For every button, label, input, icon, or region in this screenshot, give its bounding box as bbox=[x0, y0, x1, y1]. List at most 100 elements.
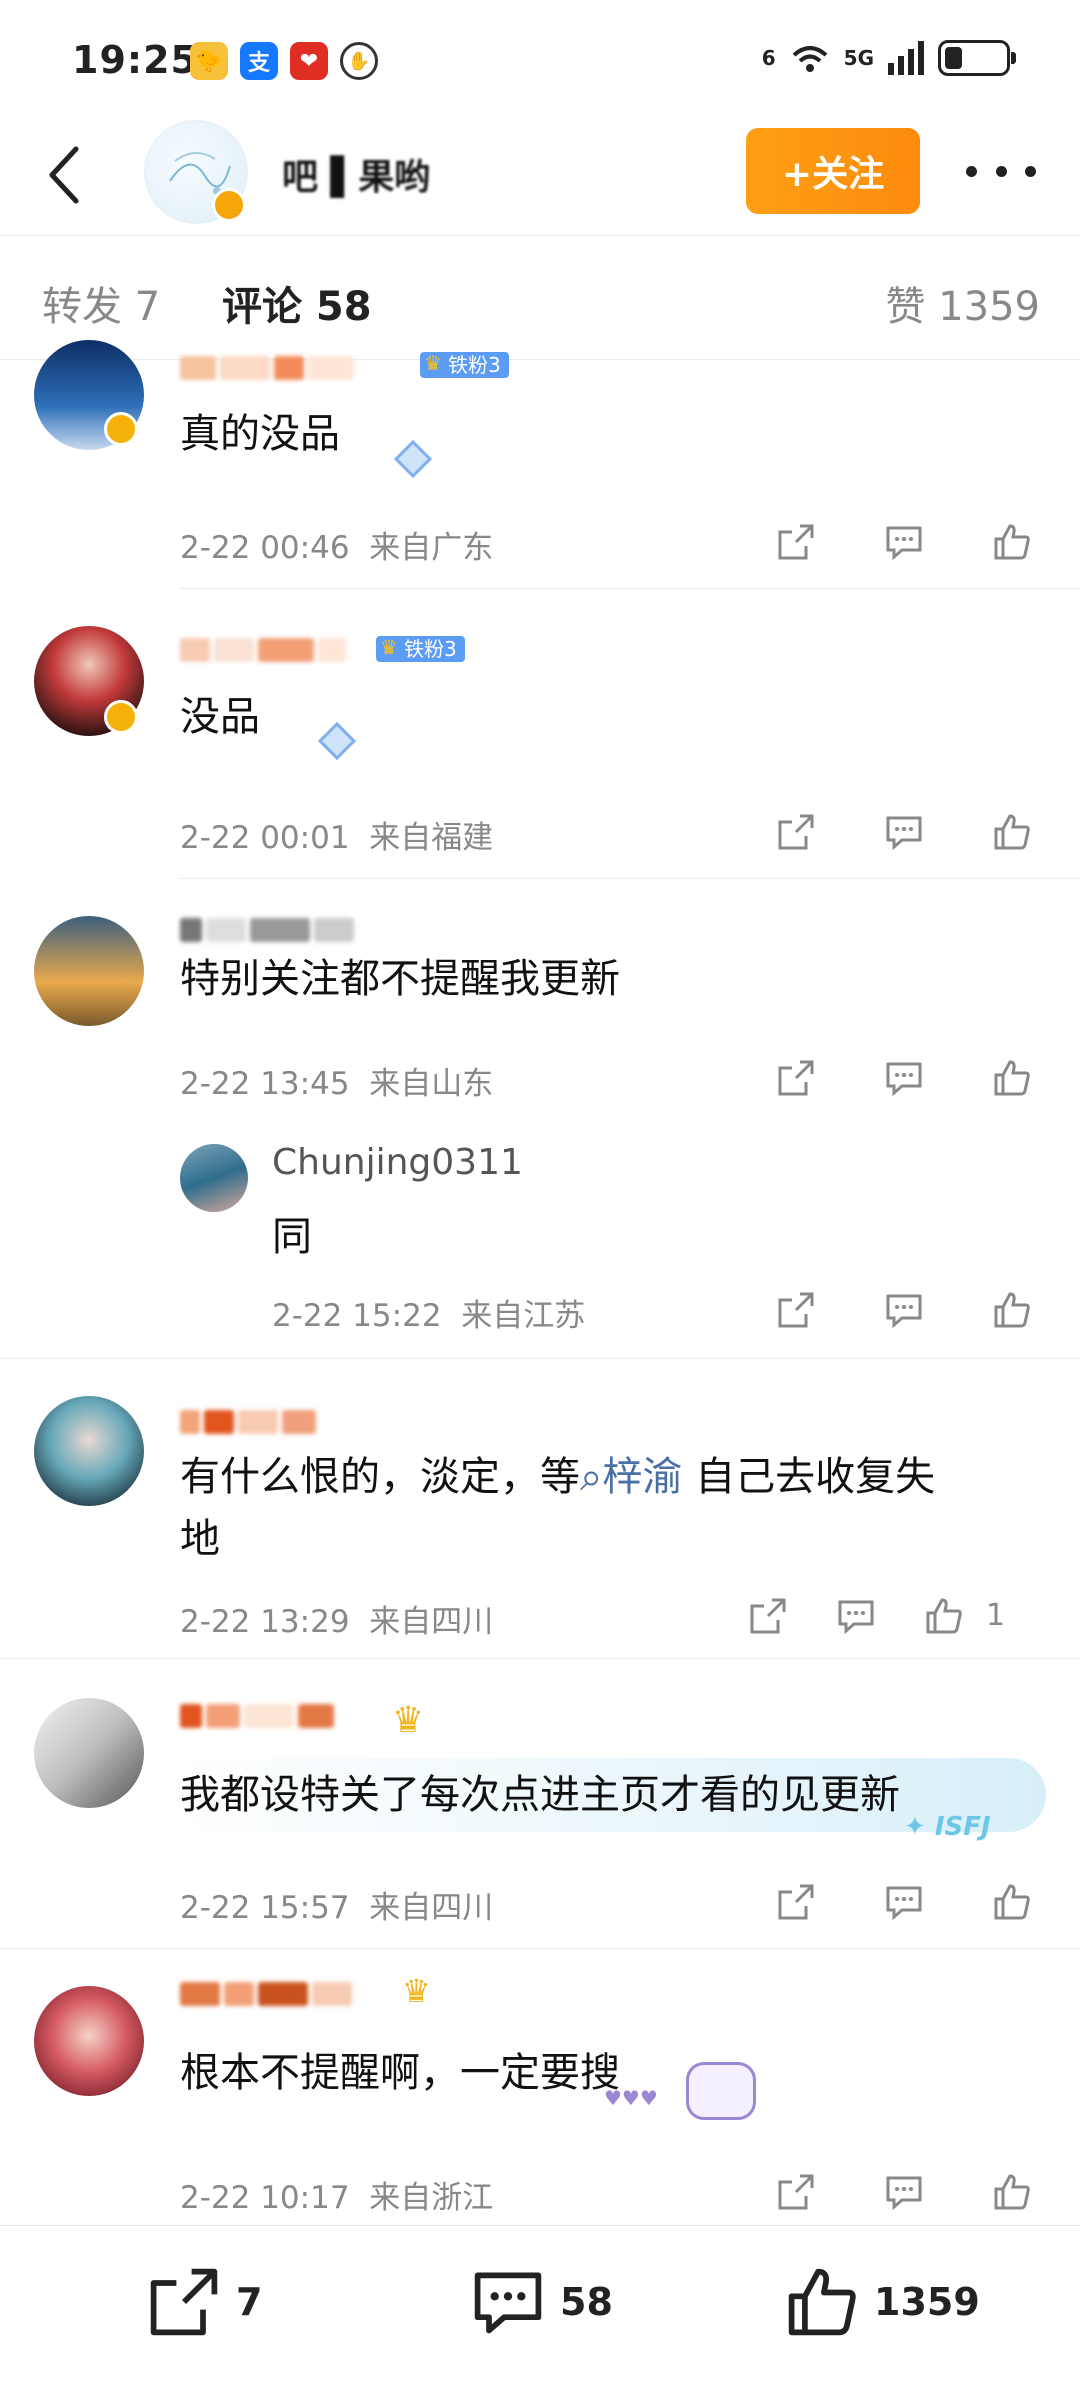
reply-button[interactable] bbox=[872, 510, 936, 574]
like-button[interactable] bbox=[980, 2160, 1044, 2224]
account-name[interactable]: 吧 ▌果哟 bbox=[282, 148, 430, 200]
comment-actions bbox=[764, 2160, 1044, 2224]
hand-icon: ✋ bbox=[340, 42, 378, 80]
comment-time: 2-22 10:17 bbox=[180, 2180, 350, 2216]
reply-avatar[interactable] bbox=[180, 1144, 248, 1212]
comment-username[interactable] bbox=[180, 632, 346, 668]
comment-username[interactable] bbox=[180, 1404, 316, 1440]
comment-meta: 2-22 10:17 来自浙江 bbox=[180, 2172, 493, 2217]
comment-count: 58 bbox=[560, 2280, 613, 2324]
like-button[interactable] bbox=[912, 1584, 976, 1648]
search-icon: ⌕ bbox=[580, 1454, 603, 1500]
like-count: 1 bbox=[986, 1598, 1006, 1633]
comment-icon bbox=[886, 1886, 922, 1921]
comment-actions bbox=[764, 510, 1044, 574]
comment-location: 来自浙江 bbox=[369, 2180, 494, 2216]
comment-icon bbox=[886, 526, 922, 561]
like-button[interactable] bbox=[980, 1278, 1044, 1342]
comment-meta: 2-22 00:01 来自福建 bbox=[180, 812, 493, 857]
blurred-username bbox=[180, 350, 354, 386]
post-tabs: 转发 7 评论 58 赞 1359 bbox=[0, 236, 1080, 360]
tab-repost[interactable]: 转发 7 bbox=[42, 274, 160, 332]
share-icon bbox=[778, 1060, 814, 1096]
comment-username[interactable] bbox=[180, 1976, 352, 2012]
divider bbox=[180, 878, 1080, 879]
comment-actions bbox=[764, 800, 1044, 864]
topic-link[interactable]: ⌕梓渝 bbox=[580, 1454, 682, 1500]
share-button[interactable] bbox=[764, 510, 828, 574]
like-button[interactable] bbox=[980, 1870, 1044, 1934]
dot-icon bbox=[995, 165, 1007, 177]
follow-button[interactable]: +关注 bbox=[746, 128, 920, 214]
reply-button[interactable] bbox=[872, 2160, 936, 2224]
verified-badge-icon bbox=[104, 700, 138, 734]
reply-meta: 2-22 15:22 来自江苏 bbox=[272, 1290, 585, 1335]
like-button[interactable] bbox=[980, 800, 1044, 864]
bottom-repost-button[interactable]: 7 bbox=[146, 2264, 262, 2340]
comment-actions: 1 bbox=[736, 1584, 1005, 1648]
comment-text-line2: 地 bbox=[180, 1516, 220, 1562]
status-app-icons: 🐤 支 ❤ ✋ bbox=[190, 42, 378, 80]
comment-icon bbox=[838, 1600, 874, 1635]
diamond-sticker-icon bbox=[317, 721, 357, 761]
share-button[interactable] bbox=[764, 1278, 828, 1342]
comment-time: 2-22 13:29 bbox=[180, 1604, 350, 1640]
comment-username[interactable] bbox=[180, 350, 354, 386]
like-button[interactable] bbox=[980, 1046, 1044, 1110]
sticker-label-icon: ✦ ISFJ bbox=[904, 1812, 991, 1842]
comment-username[interactable] bbox=[180, 1698, 334, 1734]
comment-text: 特别关注都不提醒我更新 bbox=[180, 956, 620, 1002]
share-button[interactable] bbox=[764, 800, 828, 864]
share-icon bbox=[778, 524, 814, 560]
comment-item: 铁粉3 没品 2-22 00:01 来自福建 bbox=[0, 590, 1080, 880]
comment-text-after: 自己去收复失 bbox=[695, 1454, 936, 1500]
comment-avatar[interactable] bbox=[34, 1986, 144, 2096]
comment-avatar[interactable] bbox=[34, 916, 144, 1026]
share-icon bbox=[778, 814, 814, 850]
share-button[interactable] bbox=[764, 2160, 828, 2224]
diamond-sticker-icon bbox=[393, 439, 433, 479]
like-button[interactable] bbox=[980, 510, 1044, 574]
reply-username[interactable]: Chunjing0311 bbox=[272, 1142, 523, 1183]
reply-button[interactable] bbox=[872, 1046, 936, 1110]
repost-count: 7 bbox=[236, 2280, 263, 2324]
back-arrow-icon bbox=[49, 146, 79, 204]
tab-likes[interactable]: 赞 1359 bbox=[885, 274, 1040, 332]
more-options-button[interactable] bbox=[966, 146, 1036, 196]
crown-icon: ♛ bbox=[392, 1700, 425, 1741]
crown-icon: ♛ bbox=[402, 1972, 431, 2010]
share-button[interactable] bbox=[736, 1584, 800, 1648]
bottom-comment-button[interactable]: 58 bbox=[470, 2264, 613, 2340]
topic-label: 梓渝 bbox=[602, 1454, 683, 1500]
share-button[interactable] bbox=[764, 1046, 828, 1110]
share-icon bbox=[150, 2268, 218, 2336]
bottom-action-bar: 7 58 1359 bbox=[0, 2225, 1080, 2382]
comment-avatar[interactable] bbox=[34, 1396, 144, 1506]
reply-time: 2-22 15:22 bbox=[272, 1298, 442, 1334]
reply-button[interactable] bbox=[872, 1870, 936, 1934]
comment-icon bbox=[886, 1294, 922, 1329]
thumb-up-icon bbox=[994, 524, 1030, 560]
tab-comments[interactable]: 评论 58 bbox=[222, 274, 372, 332]
verified-badge-icon bbox=[104, 412, 138, 446]
dot-icon bbox=[1025, 165, 1036, 177]
comment-item: ♛ 根本不提醒啊，一定要搜 ♥♥♥ 2-22 10:17 来自浙江 bbox=[0, 1950, 1080, 2225]
reply-actions bbox=[764, 1278, 1044, 1342]
blurred-username bbox=[180, 1698, 334, 1734]
bottom-like-button[interactable]: 1359 bbox=[784, 2264, 980, 2340]
comment-location: 来自四川 bbox=[369, 1604, 494, 1640]
comment-item: ♛ 我都设特关了每次点进主页才看的见更新 ✦ ISFJ 2-22 15:57 来… bbox=[0, 1660, 1080, 1950]
reply-button[interactable] bbox=[872, 1278, 936, 1342]
share-button[interactable] bbox=[764, 1870, 828, 1934]
divider bbox=[0, 1658, 1080, 1659]
reply-button[interactable] bbox=[824, 1584, 888, 1648]
reply-button[interactable] bbox=[872, 800, 936, 864]
blurred-username bbox=[180, 1976, 352, 2012]
share-icon bbox=[750, 1598, 786, 1634]
comment-avatar[interactable] bbox=[34, 1698, 144, 1808]
duck-app-icon: 🐤 bbox=[190, 42, 228, 80]
comment-icon bbox=[886, 2176, 922, 2211]
back-button[interactable] bbox=[34, 140, 94, 210]
comment-username[interactable] bbox=[180, 912, 354, 948]
comment-item: 有什么恨的，淡定，等⌕梓渝 自己去收复失 地 2-22 13:29 来自四川 1 bbox=[0, 1360, 1080, 1660]
